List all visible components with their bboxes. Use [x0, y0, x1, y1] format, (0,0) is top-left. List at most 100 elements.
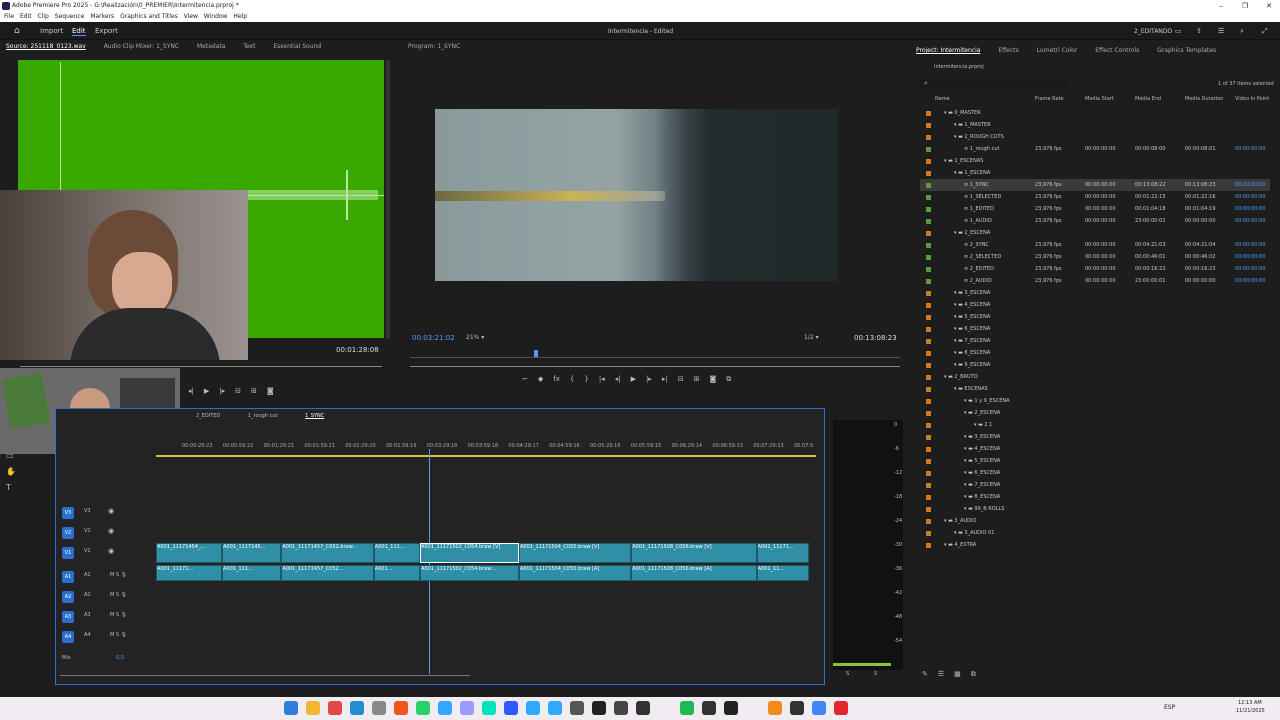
- menu-view[interactable]: View: [184, 12, 198, 22]
- video-clip[interactable]: A001_11171504_C055.braw [V]: [519, 543, 632, 563]
- video-track-header[interactable]: V1 V1 ◉: [62, 545, 152, 561]
- file-explorer-icon[interactable]: [306, 701, 320, 715]
- edge-icon[interactable]: [350, 701, 364, 715]
- audio-clip[interactable]: A001_11171502_C054.braw...: [420, 565, 519, 581]
- label-color-swatch[interactable]: [926, 411, 931, 416]
- tab-effect-controls[interactable]: Effect Controls: [1095, 45, 1139, 57]
- menu-clip[interactable]: Clip: [38, 12, 49, 22]
- project-row[interactable]: ▾ ▬ 8_ESCENA: [920, 347, 1270, 359]
- github-icon[interactable]: [702, 701, 716, 715]
- project-row[interactable]: ▾ ▬ 3_AUDIO: [920, 515, 1270, 527]
- tab-essential-sound[interactable]: Essential Sound: [273, 41, 321, 53]
- track-target[interactable]: V1: [62, 547, 74, 559]
- label-color-swatch[interactable]: [926, 315, 931, 320]
- windows-start-icon[interactable]: [284, 701, 298, 715]
- acrobat-icon[interactable]: [834, 701, 848, 715]
- label-color-swatch[interactable]: [926, 183, 931, 188]
- eye-icon[interactable]: ◉: [108, 527, 114, 535]
- label-color-swatch[interactable]: [926, 447, 931, 452]
- project-row[interactable]: ▾ ▬ 1_MASTER: [920, 119, 1270, 131]
- label-color-swatch[interactable]: [926, 279, 931, 284]
- label-color-swatch[interactable]: [926, 255, 931, 260]
- project-row[interactable]: ▾ ▬ 1_ESCENAS: [920, 155, 1270, 167]
- project-row[interactable]: ≡ 2_AUDIO 23,976 fps 00:00:00:00 23:00:00:0…: [920, 275, 1270, 287]
- tab-graphics-templates[interactable]: Graphics Templates: [1157, 45, 1216, 57]
- hand-tool-icon[interactable]: ✋: [6, 464, 36, 480]
- col-name[interactable]: Name: [935, 96, 950, 102]
- project-row[interactable]: ▾ ▬ 5_ESCENA: [920, 455, 1270, 467]
- label-color-swatch[interactable]: [926, 375, 931, 380]
- search-icon[interactable]: ⌕: [1240, 27, 1244, 36]
- label-color-swatch[interactable]: [926, 147, 931, 152]
- project-row[interactable]: ≡ 1_rough cut 23,976 fps 00:00:00:00 00:00:…: [920, 143, 1270, 155]
- project-row[interactable]: ▾ ▬ 2_ROUGH CUTS: [920, 131, 1270, 143]
- col-media-duration[interactable]: Media Duration: [1185, 96, 1223, 102]
- source-scrollbar[interactable]: [386, 60, 390, 338]
- tab-effects[interactable]: Effects: [998, 45, 1018, 57]
- label-color-swatch[interactable]: [926, 135, 931, 140]
- mark-in-icon[interactable]: ⌐: [522, 375, 528, 383]
- project-row[interactable]: ▾ ▬ 2_ESCENA: [920, 407, 1270, 419]
- tab-project[interactable]: Project: Intermitencia: [916, 45, 980, 57]
- tab-1-rough-cut[interactable]: 1_rough cut: [248, 413, 278, 419]
- mix-value[interactable]: 0,0: [116, 655, 124, 661]
- terminal-icon[interactable]: [636, 701, 650, 715]
- track-target[interactable]: A2: [62, 591, 74, 603]
- label-color-swatch[interactable]: [926, 195, 931, 200]
- out-icon[interactable]: }: [584, 375, 588, 383]
- project-row[interactable]: ▾ ▬ 2_BRUTO: [920, 371, 1270, 383]
- source-scrub-bar[interactable]: [20, 366, 382, 367]
- vlc-icon[interactable]: [768, 701, 782, 715]
- project-row[interactable]: ▾ ▬ 6_ESCENA: [920, 467, 1270, 479]
- zoom-select[interactable]: 21% ▾: [466, 334, 484, 341]
- project-search-input[interactable]: ⌕: [920, 78, 1068, 89]
- project-row[interactable]: ≡ 2_SELECTED 23,976 fps 00:00:00:00 00:00:4…: [920, 251, 1270, 263]
- project-row[interactable]: ≡ 2_EDITED 23,976 fps 00:00:00:00 00:00:16:…: [920, 263, 1270, 275]
- project-row[interactable]: ≡ 1_AUDIO 23,976 fps 00:00:00:00 23:00:00:0…: [920, 215, 1270, 227]
- share-icon[interactable]: ⇪: [1196, 27, 1202, 35]
- tab-1-sync[interactable]: 1_SYNC: [305, 413, 324, 419]
- whatsapp-icon[interactable]: [416, 701, 430, 715]
- label-color-swatch[interactable]: [926, 207, 931, 212]
- tab-edit[interactable]: Edit: [72, 27, 86, 36]
- project-row[interactable]: ≡ 1_SYNC 23,976 fps 00:00:00:00 00:13:08:22…: [920, 179, 1270, 191]
- col-media-start[interactable]: Media Start: [1085, 96, 1114, 102]
- project-row[interactable]: ▾ ▬ 6_ESCENA: [920, 323, 1270, 335]
- audio-track-header[interactable]: A4 A4 M S 🎙: [62, 629, 152, 645]
- camera-icon[interactable]: ◙: [709, 375, 716, 383]
- label-color-swatch[interactable]: [926, 351, 931, 356]
- tab-import[interactable]: Import: [40, 27, 63, 35]
- slip-tool-icon[interactable]: ▭: [6, 448, 36, 464]
- label-color-swatch[interactable]: [926, 219, 931, 224]
- menu-file[interactable]: File: [4, 12, 14, 22]
- project-row[interactable]: ▾ ▬ 1_ESCENA: [920, 167, 1270, 179]
- project-row[interactable]: ▾ ▬ 2_ESCENA: [920, 227, 1270, 239]
- label-color-swatch[interactable]: [926, 303, 931, 308]
- project-row[interactable]: ▾ ▬ ESCENAS: [920, 383, 1270, 395]
- timeline-scrollbar[interactable]: [60, 675, 470, 676]
- audio-track-header[interactable]: A2 A2 M S 🎙: [62, 589, 152, 605]
- col-media-end[interactable]: Media End: [1135, 96, 1161, 102]
- type-tool-icon[interactable]: T: [6, 480, 36, 496]
- source-timecode[interactable]: 00:01:28:08: [336, 346, 379, 354]
- label-color-swatch[interactable]: [926, 243, 931, 248]
- video-clip[interactable]: A001_1117145...: [222, 543, 282, 563]
- icon-view-icon[interactable]: ▦: [954, 670, 961, 678]
- close-button[interactable]: ✕: [1256, 0, 1280, 12]
- meter-solo-left[interactable]: S: [846, 671, 849, 677]
- label-color-swatch[interactable]: [926, 495, 931, 500]
- track-target[interactable]: A4: [62, 631, 74, 643]
- project-row[interactable]: ▾ ▬ 3_ESCENA: [920, 431, 1270, 443]
- go-in-icon[interactable]: |◂: [599, 375, 605, 383]
- minimize-button[interactable]: –: [1208, 0, 1234, 12]
- track-target[interactable]: V3: [62, 507, 74, 519]
- video-clip[interactable]: A001_11171454_...: [156, 543, 222, 563]
- panel-icon[interactable]: ▭: [1175, 27, 1182, 35]
- label-color-swatch[interactable]: [926, 543, 931, 548]
- project-row[interactable]: ▾ ▬ 3_AUDIO 01: [920, 527, 1270, 539]
- export-frame-icon[interactable]: ◙: [267, 387, 274, 395]
- label-color-swatch[interactable]: [926, 387, 931, 392]
- video-clip[interactable]: A001_11171508_C056.braw [V]: [631, 543, 757, 563]
- video-clip[interactable]: A001_11171...: [756, 543, 810, 563]
- fullscreen-icon[interactable]: ⤢: [1262, 27, 1268, 36]
